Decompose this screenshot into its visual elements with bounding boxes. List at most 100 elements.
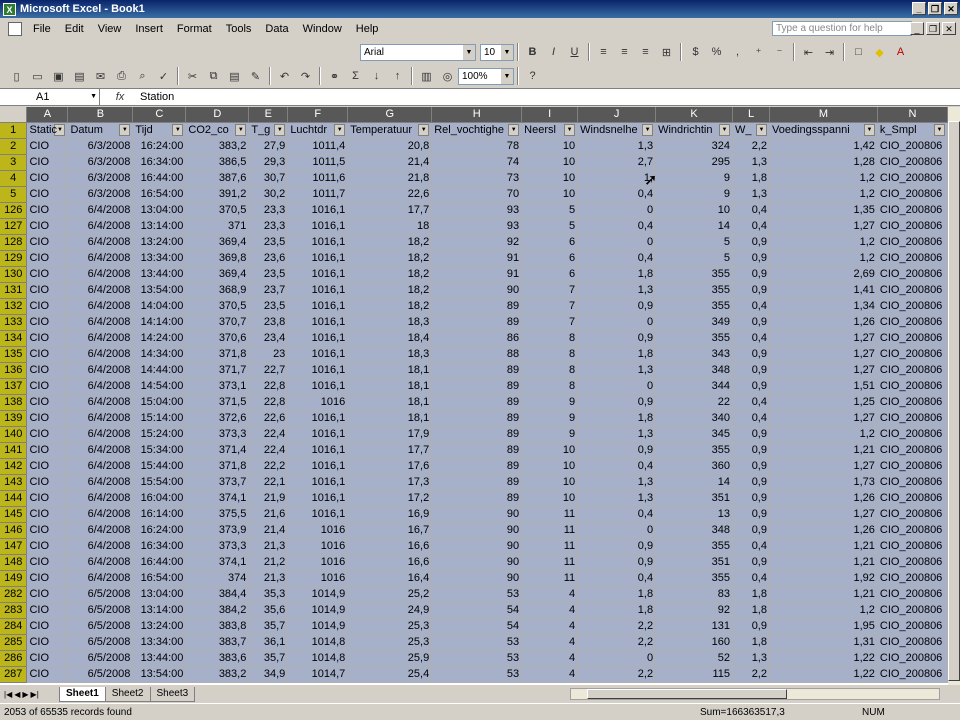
cell[interactable]: CIO: [26, 618, 69, 635]
comma-icon[interactable]: ,: [727, 42, 748, 62]
cell[interactable]: 6/3/2008: [67, 170, 134, 187]
cell[interactable]: 21,8: [347, 170, 433, 187]
cell[interactable]: 13:54:00: [132, 666, 187, 683]
cell[interactable]: 383,6: [185, 650, 250, 667]
cell[interactable]: 1,3: [577, 138, 657, 155]
font-color-icon[interactable]: A: [890, 42, 911, 62]
cell[interactable]: CIO_200806: [877, 330, 948, 347]
cell[interactable]: 6/5/2008: [67, 634, 134, 651]
cell[interactable]: 6/5/2008: [67, 618, 134, 635]
cell[interactable]: 371,8: [185, 346, 250, 363]
cell[interactable]: 35,3: [248, 586, 289, 603]
autofilter-dropdown-icon[interactable]: ▼: [418, 124, 430, 136]
cell[interactable]: 9: [521, 394, 579, 411]
cell[interactable]: 6/4/2008: [67, 218, 134, 235]
cell[interactable]: CIO_200806: [877, 458, 948, 475]
cell[interactable]: CIO_200806: [877, 410, 948, 427]
cell[interactable]: 29,3: [248, 154, 289, 171]
cell[interactable]: 1016: [287, 522, 349, 539]
cell[interactable]: 8: [521, 346, 579, 363]
cell[interactable]: 23,5: [248, 298, 289, 315]
cell[interactable]: 0,4: [732, 538, 770, 555]
cell[interactable]: 74: [431, 154, 523, 171]
row-header[interactable]: 132: [0, 298, 28, 315]
cell[interactable]: 0,4: [577, 570, 657, 587]
cell[interactable]: 0,4: [732, 394, 770, 411]
cell[interactable]: 6/4/2008: [67, 330, 134, 347]
cell[interactable]: 160: [655, 634, 734, 651]
cell[interactable]: 1,3: [577, 490, 657, 507]
menu-help[interactable]: Help: [349, 19, 386, 39]
cell[interactable]: 1014,8: [287, 634, 349, 651]
last-sheet-icon[interactable]: ▶|: [31, 690, 39, 699]
column-header-b[interactable]: B: [67, 107, 134, 123]
cell[interactable]: 355: [655, 266, 734, 283]
cell[interactable]: 1016,1: [287, 298, 349, 315]
select-all-corner[interactable]: [0, 107, 28, 123]
cell[interactable]: 6/5/2008: [67, 602, 134, 619]
cell[interactable]: 11: [521, 506, 579, 523]
cell[interactable]: 23,7: [248, 282, 289, 299]
cell[interactable]: 1,27: [769, 346, 878, 363]
row-header[interactable]: 286: [0, 650, 28, 667]
cell[interactable]: 7: [521, 282, 579, 299]
cell[interactable]: 17,7: [347, 442, 433, 459]
cell[interactable]: 383,2: [185, 138, 250, 155]
cell[interactable]: 6/3/2008: [67, 186, 134, 203]
cell[interactable]: 344: [655, 378, 734, 395]
row-header[interactable]: 2: [0, 138, 28, 155]
row-header[interactable]: 128: [0, 234, 28, 251]
cell[interactable]: 83: [655, 586, 734, 603]
cell[interactable]: 23,6: [248, 250, 289, 267]
cell[interactable]: 30,7: [248, 170, 289, 187]
row-header[interactable]: 3: [0, 154, 28, 171]
field-header-cell[interactable]: ▼ Windsnelhe: [577, 122, 657, 139]
cell[interactable]: CIO_200806: [877, 554, 948, 571]
cell[interactable]: 16:44:00: [132, 170, 187, 187]
row-header[interactable]: 5: [0, 186, 28, 203]
cell[interactable]: 4: [521, 634, 579, 651]
cell[interactable]: CIO_200806: [877, 218, 948, 235]
cell[interactable]: 1,3: [732, 650, 770, 667]
cell[interactable]: 16,6: [347, 554, 433, 571]
cell[interactable]: 89: [431, 298, 523, 315]
menu-edit[interactable]: Edit: [58, 19, 91, 39]
cell[interactable]: 23,3: [248, 202, 289, 219]
row-header[interactable]: 287: [0, 666, 28, 683]
cell[interactable]: 1014,7: [287, 666, 349, 683]
cell[interactable]: 1,21: [769, 442, 878, 459]
cell[interactable]: 13:24:00: [132, 234, 187, 251]
percent-icon[interactable]: %: [706, 42, 727, 62]
cell[interactable]: 6/5/2008: [67, 666, 134, 683]
cell[interactable]: CIO_200806: [877, 186, 948, 203]
cell[interactable]: 89: [431, 410, 523, 427]
cell[interactable]: 355: [655, 570, 734, 587]
cell[interactable]: 90: [431, 506, 523, 523]
column-header-l[interactable]: L: [732, 107, 770, 123]
cell[interactable]: 0: [577, 314, 657, 331]
cell[interactable]: 6/4/2008: [67, 458, 134, 475]
cell[interactable]: 8: [521, 378, 579, 395]
cell[interactable]: 35,7: [248, 618, 289, 635]
cell[interactable]: 0,4: [732, 218, 770, 235]
cell[interactable]: 1016,1: [287, 282, 349, 299]
row-header[interactable]: 126: [0, 202, 28, 219]
cell[interactable]: CIO_200806: [877, 506, 948, 523]
cell[interactable]: 6/4/2008: [67, 506, 134, 523]
cell[interactable]: 372,6: [185, 410, 250, 427]
cell[interactable]: CIO_200806: [877, 298, 948, 315]
row-header[interactable]: 138: [0, 394, 28, 411]
cell[interactable]: 6: [521, 266, 579, 283]
cell[interactable]: 1,8: [732, 602, 770, 619]
row-header[interactable]: 4: [0, 170, 28, 187]
borders-icon[interactable]: □: [848, 42, 869, 62]
cell[interactable]: 2,2: [577, 634, 657, 651]
cell[interactable]: 1,3: [577, 474, 657, 491]
italic-button[interactable]: I: [543, 42, 564, 62]
cell[interactable]: 16:14:00: [132, 506, 187, 523]
cell[interactable]: 0,4: [732, 570, 770, 587]
cell[interactable]: 78: [431, 138, 523, 155]
cell[interactable]: 1,2: [769, 426, 878, 443]
row-header[interactable]: 131: [0, 282, 28, 299]
cell[interactable]: 0,9: [732, 378, 770, 395]
